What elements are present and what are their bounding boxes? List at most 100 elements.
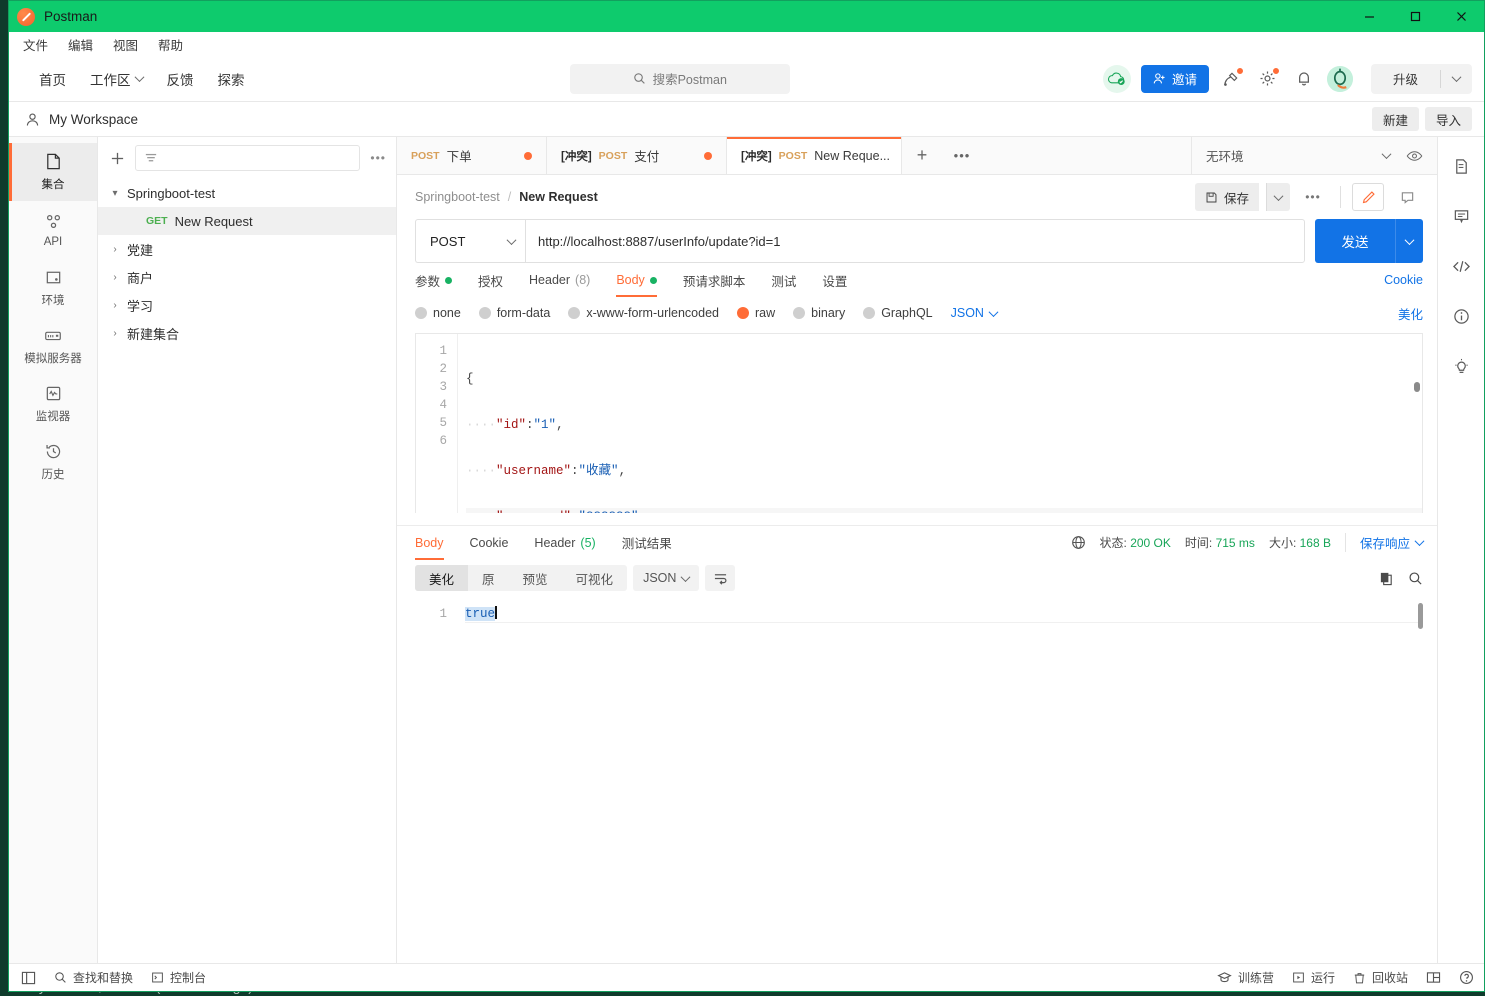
comment-icon[interactable] — [1391, 183, 1423, 211]
subtab-headers[interactable]: Header (8) — [516, 263, 603, 297]
tree-item-new-collection[interactable]: › 新建集合 — [98, 319, 396, 347]
menu-item-help[interactable]: 帮助 — [158, 35, 183, 54]
subtab-params[interactable]: 参数 — [415, 263, 465, 297]
environment-selector[interactable]: 无环境 — [1192, 137, 1437, 174]
edit-pencil-icon[interactable] — [1352, 183, 1384, 211]
response-view-pretty[interactable]: 美化 — [415, 565, 468, 591]
request-more-icon[interactable]: ••• — [1297, 183, 1329, 211]
cloud-sync-status-icon[interactable] — [1103, 65, 1131, 93]
subtab-settings[interactable]: 设置 — [809, 263, 860, 297]
close-icon[interactable] — [1438, 1, 1484, 32]
send-options-chevron-down-icon[interactable] — [1395, 219, 1423, 263]
eye-icon[interactable] — [1406, 150, 1423, 162]
response-body-viewer[interactable]: 1 true — [415, 597, 1423, 963]
nav-item-feedback[interactable]: 反馈 — [155, 63, 206, 95]
lightbulb-icon[interactable] — [1446, 351, 1476, 381]
runner-button[interactable]: 运行 — [1292, 969, 1335, 986]
response-view-preview[interactable]: 预览 — [509, 565, 562, 591]
tree-item-dangjian[interactable]: › 党建 — [98, 235, 396, 263]
response-tab-headers[interactable]: Header (5) — [521, 526, 608, 560]
editor-code-lines[interactable]: { ····"id":"1", ····"username":"收藏", ···… — [458, 334, 1422, 513]
editor-scrollbar[interactable] — [1414, 382, 1420, 392]
rail-item-history[interactable]: 历史 — [9, 433, 97, 491]
comments-icon[interactable] — [1446, 201, 1476, 231]
response-format-select[interactable]: JSON — [633, 565, 699, 591]
subtab-prerequest-script[interactable]: 预请求脚本 — [670, 263, 759, 297]
nav-item-workspaces[interactable]: 工作区 — [78, 63, 155, 95]
help-icon[interactable] — [1459, 970, 1474, 985]
beautify-link[interactable]: 美化 — [1398, 304, 1423, 323]
trash-button[interactable]: 回收站 — [1353, 969, 1408, 986]
word-wrap-icon[interactable] — [705, 565, 735, 591]
body-type-form-data[interactable]: form-data — [479, 306, 551, 320]
layout-toggle-icon[interactable] — [1426, 971, 1441, 984]
invite-button[interactable]: 邀请 — [1141, 65, 1209, 93]
subtab-authorization[interactable]: 授权 — [465, 263, 516, 297]
upgrade-button[interactable]: 升级 — [1371, 64, 1472, 94]
body-type-binary[interactable]: binary — [793, 306, 845, 320]
send-button[interactable]: 发送 — [1315, 219, 1395, 263]
http-method-select[interactable]: POST — [415, 219, 525, 263]
body-format-select[interactable]: JSON — [951, 306, 997, 320]
tree-item-shanghu[interactable]: › 商户 — [98, 263, 396, 291]
avatar[interactable] — [1327, 66, 1353, 92]
tree-item-springboot-test[interactable]: ▾ Springboot-test — [98, 179, 396, 207]
documentation-icon[interactable] — [1446, 151, 1476, 181]
info-icon[interactable] — [1446, 301, 1476, 331]
cookie-link[interactable]: Cookie — [1384, 273, 1423, 287]
body-type-raw[interactable]: raw — [737, 306, 775, 320]
tree-item-xuexi[interactable]: › 学习 — [98, 291, 396, 319]
minimize-icon[interactable] — [1346, 1, 1392, 32]
workspace-name[interactable]: My Workspace — [49, 112, 138, 127]
copy-icon[interactable] — [1379, 571, 1394, 586]
save-response-button[interactable]: 保存响应 — [1345, 533, 1423, 552]
rail-item-mock-servers[interactable]: 模拟服务器 — [9, 317, 97, 375]
search-input[interactable]: 搜索Postman — [570, 64, 790, 94]
bootcamp-button[interactable]: 训练营 — [1217, 969, 1274, 986]
new-tab-plus-icon[interactable]: + — [902, 137, 942, 174]
console-button[interactable]: 控制台 — [151, 969, 206, 986]
maximize-icon[interactable] — [1392, 1, 1438, 32]
response-tab-body[interactable]: Body — [415, 526, 457, 560]
rail-item-monitors[interactable]: 监视器 — [9, 375, 97, 433]
response-tab-test-results[interactable]: 测试结果 — [609, 526, 685, 560]
save-options-chevron-down-icon[interactable] — [1266, 183, 1290, 211]
response-view-raw[interactable]: 原 — [468, 565, 509, 591]
collections-more-icon[interactable]: ••• — [370, 151, 386, 165]
request-tab-xiadan[interactable]: POST 下单 — [397, 137, 547, 174]
menu-item-file[interactable]: 文件 — [23, 35, 48, 54]
upgrade-chevron-down-icon[interactable] — [1441, 75, 1472, 82]
tree-item-new-request[interactable]: GET New Request — [98, 207, 396, 235]
body-type-none[interactable]: none — [415, 306, 461, 320]
menu-item-edit[interactable]: 编辑 — [68, 35, 93, 54]
collections-filter-input[interactable] — [135, 145, 360, 171]
tab-options-icon[interactable]: ••• — [942, 137, 982, 174]
response-code[interactable]: true — [457, 597, 1423, 963]
rail-item-api[interactable]: API — [9, 201, 97, 259]
request-tab-new-request[interactable]: [冲突] POST New Reque... — [727, 137, 902, 174]
find-and-replace-button[interactable]: 查找和替换 — [54, 969, 133, 986]
search-response-icon[interactable] — [1408, 571, 1423, 586]
notifications-bell-icon[interactable] — [1291, 66, 1317, 92]
sidebar-toggle-icon[interactable] — [21, 971, 36, 985]
response-scrollbar[interactable] — [1418, 603, 1423, 629]
plus-icon[interactable] — [110, 151, 125, 166]
new-button[interactable]: 新建 — [1372, 107, 1419, 131]
response-view-visualize[interactable]: 可视化 — [562, 565, 628, 591]
breadcrumb-collection[interactable]: Springboot-test — [415, 190, 500, 204]
body-type-urlencoded[interactable]: x-www-form-urlencoded — [568, 306, 719, 320]
nav-item-home[interactable]: 首页 — [27, 63, 78, 95]
request-body-editor[interactable]: 1 2 3 4 5 6 { ····"id":"1", ····"usernam… — [415, 333, 1423, 513]
nav-item-explore[interactable]: 探索 — [206, 63, 257, 95]
response-tab-cookie[interactable]: Cookie — [457, 526, 522, 560]
save-button[interactable]: 保存 — [1195, 183, 1259, 211]
body-type-graphql[interactable]: GraphQL — [863, 306, 932, 320]
subtab-body[interactable]: Body — [603, 263, 670, 297]
satellite-icon[interactable] — [1219, 66, 1245, 92]
subtab-tests[interactable]: 测试 — [758, 263, 809, 297]
url-input[interactable]: http://localhost:8887/userInfo/update?id… — [525, 219, 1305, 263]
import-button[interactable]: 导入 — [1425, 107, 1472, 131]
code-snippet-icon[interactable] — [1446, 251, 1476, 281]
rail-item-collections[interactable]: 集合 — [9, 143, 97, 201]
rail-item-environments[interactable]: 环境 — [9, 259, 97, 317]
